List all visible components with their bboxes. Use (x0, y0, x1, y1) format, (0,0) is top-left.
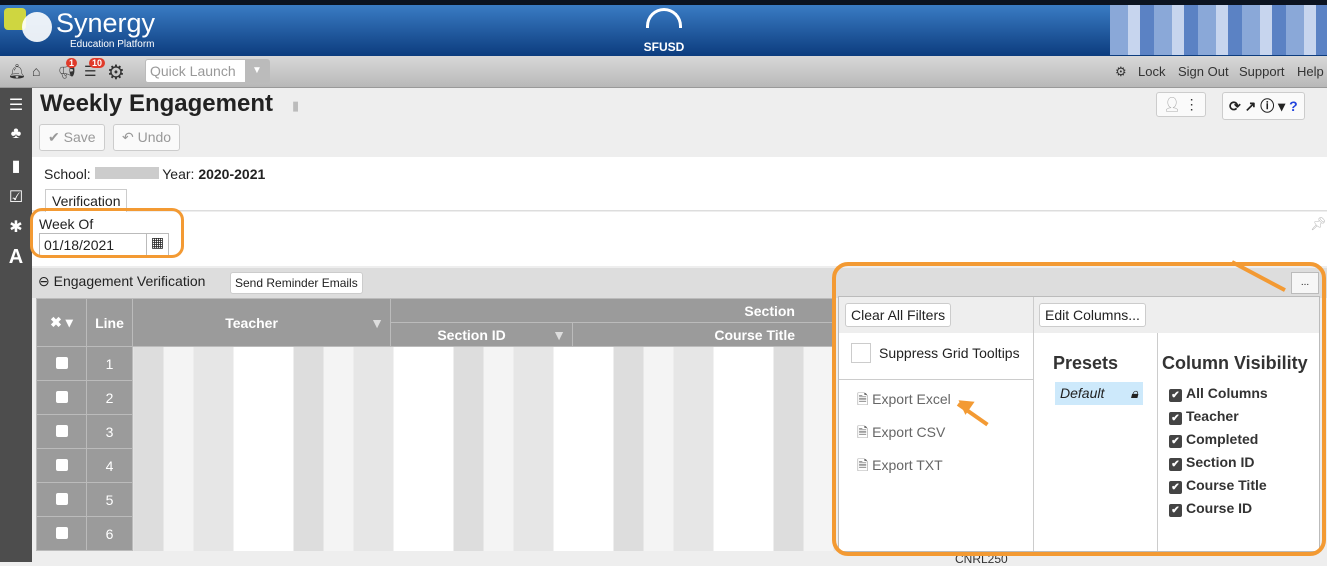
line-number: 3 (86, 414, 133, 449)
gears-icon[interactable]: ⚙ (107, 60, 125, 85)
grid-title[interactable]: ⊖ Engagement Verification (38, 273, 205, 290)
quick-launch-placeholder: Quick Launch (150, 63, 236, 79)
row-checkbox[interactable] (55, 390, 68, 403)
section-id-header-label: Section ID (437, 326, 506, 343)
row-select[interactable] (36, 482, 87, 517)
pin-icon[interactable]: 📌︎ (1310, 216, 1327, 232)
table-row[interactable]: 3 (36, 414, 836, 449)
table-row[interactable]: 5 (36, 482, 836, 517)
redacted-row-data (132, 516, 836, 551)
save-button[interactable]: ✔ Save (39, 124, 105, 151)
row-select[interactable] (36, 516, 87, 551)
page-title: Weekly Engagement (40, 90, 273, 117)
row-checkbox[interactable] (55, 526, 68, 539)
row-checkbox[interactable] (55, 458, 68, 471)
logo-text: Synergy (56, 8, 156, 38)
table-row[interactable]: 6 (36, 516, 836, 551)
row-select[interactable] (36, 448, 87, 483)
tree-icon[interactable]: ♣ (0, 125, 32, 143)
table-row[interactable]: 1 (36, 346, 836, 381)
redacted-row-data (132, 346, 836, 381)
grid-title-label: Engagement Verification (53, 273, 206, 289)
filter-area (32, 212, 1327, 266)
help-icon[interactable]: ? (1289, 98, 1298, 114)
bookmark-icon[interactable]: ▮ (0, 156, 32, 176)
undo-label: Undo (137, 129, 172, 145)
quick-launch-input[interactable]: Quick Launch ▼ (145, 59, 270, 83)
asterisk-icon[interactable]: ✱ (0, 217, 32, 237)
filter-icon[interactable]: ▼ (370, 315, 384, 331)
chevron-down-icon[interactable]: ▾ (1278, 98, 1285, 114)
highlight-annotation (30, 208, 184, 258)
line-number: 5 (86, 482, 133, 517)
highlight-annotation (832, 262, 1326, 556)
notification-badge: 1 (66, 58, 78, 68)
a-icon[interactable]: A (0, 246, 32, 269)
row-checkbox[interactable] (55, 424, 68, 437)
course-title-header: Course Title (572, 322, 836, 347)
line-number: 4 (86, 448, 133, 483)
gear-icon[interactable]: ⚙ (1115, 64, 1127, 80)
select-all-header[interactable]: ✖ ▾ (36, 298, 87, 347)
synergy-logo-icon (22, 12, 52, 42)
row-select[interactable] (36, 346, 87, 381)
teacher-header-label: Teacher (225, 314, 278, 331)
line-header: Line (86, 298, 133, 347)
checkbox-icon[interactable]: ☑ (0, 187, 32, 207)
help-link[interactable]: Help (1297, 64, 1324, 79)
table-row[interactable]: 2 (36, 380, 836, 415)
avatar[interactable]: 👤︎ ⋮ (1156, 92, 1206, 117)
year-label: Year: (162, 166, 195, 182)
district-logo: SFUSD (643, 40, 685, 54)
engagement-grid: ✖ ▾ Line Teacher ▼ Section Section ID ▼ Cour… (36, 298, 836, 551)
filter-icon[interactable]: ▼ (552, 327, 566, 343)
page-tools[interactable]: ⟳ ↗ ⓘ ▾ ? (1222, 92, 1305, 120)
year-value: 2020-2021 (198, 166, 266, 182)
home-icon[interactable]: ⌂ (32, 63, 40, 79)
bell-icon[interactable]: 🔔︎ (8, 63, 26, 80)
table-row[interactable]: 4 (36, 448, 836, 483)
school-field: School: Year: 2020-2021 (44, 166, 265, 182)
teacher-header[interactable]: Teacher ▼ (132, 298, 391, 347)
redacted-row-data (132, 414, 836, 449)
line-number: 2 (86, 380, 133, 415)
undo-button[interactable]: ↶ Undo (113, 124, 181, 151)
row-checkbox[interactable] (55, 492, 68, 505)
lock-link[interactable]: Lock (1138, 64, 1165, 79)
chevron-down-icon[interactable]: ▼ (245, 60, 269, 82)
external-link-icon[interactable]: ↗ (1245, 98, 1257, 114)
support-link[interactable]: Support (1239, 64, 1285, 79)
logo-subtitle: Education Platform (70, 39, 155, 50)
redacted-row-data (132, 482, 836, 517)
info-icon[interactable]: ⓘ (1260, 98, 1274, 114)
school-value-redacted (94, 167, 159, 179)
section-id-header[interactable]: Section ID ▼ (390, 322, 573, 347)
redacted-row-data (132, 380, 836, 415)
menu-icon[interactable]: ☰ (0, 95, 32, 115)
send-reminder-button[interactable]: Send Reminder Emails (230, 272, 363, 294)
user-info-redacted (1110, 5, 1327, 55)
sign-out-link[interactable]: Sign Out (1178, 64, 1229, 79)
line-number: 6 (86, 516, 133, 551)
save-label: Save (63, 129, 96, 145)
section-header: Section (390, 298, 836, 323)
row-checkbox[interactable] (55, 356, 68, 369)
row-select[interactable] (36, 414, 87, 449)
bookmark-icon[interactable]: ▮ (292, 98, 299, 114)
refresh-icon[interactable]: ⟳ (1229, 98, 1241, 114)
list-badge: 10 (89, 58, 106, 68)
redacted-row-data (132, 448, 836, 483)
row-select[interactable] (36, 380, 87, 415)
line-number: 1 (86, 346, 133, 381)
school-label: School: (44, 166, 91, 182)
